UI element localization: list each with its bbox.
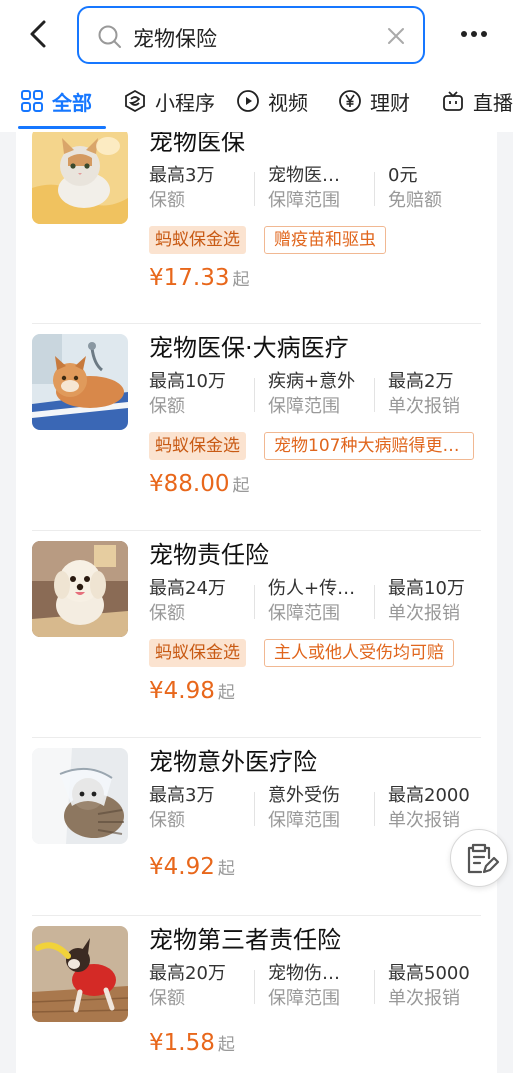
stat-coverage-scope: 宠物医… 保障范围 bbox=[268, 165, 340, 211]
product-card-pet-medical[interactable]: 宠物医保 最高3万 保额 宠物医… 保障范围 0元 免赔额 蚂蚁保金选 赠疫苗和驱虫 … bbox=[16, 132, 497, 324]
grid-icon bbox=[21, 90, 43, 112]
stat-divider bbox=[254, 970, 255, 1004]
clear-icon[interactable] bbox=[385, 25, 407, 47]
promo-tag: 宠物107种大病赔得更… bbox=[264, 432, 474, 460]
stat-divider bbox=[254, 378, 255, 412]
product-card-major-illness[interactable]: 宠物医保·大病医疗 最高10万 保额 疾病+意外 保障范围 最高2万 单次报销 蚂蚁保… bbox=[16, 324, 497, 531]
stat-coverage-scope: 宠物伤… 保障范围 bbox=[268, 963, 340, 1009]
stat-divider bbox=[374, 585, 375, 619]
yen-icon bbox=[339, 90, 361, 112]
stat-max-per-claim: 最高2000 单次报销 bbox=[388, 785, 470, 831]
price: ¥88.00 起 bbox=[149, 471, 250, 497]
product-title: 宠物责任险 bbox=[149, 541, 269, 569]
selection-badge: 蚂蚁保金选 bbox=[149, 226, 246, 254]
category-tabs: 全部 小程序 视频 理财 直播 bbox=[0, 72, 513, 132]
stat-coverage-scope: 伤人+传… 保障范围 bbox=[268, 578, 356, 624]
product-card-accident-medical[interactable]: 宠物意外医疗险 最高3万 保额 意外受伤 保障范围 最高2000 单次报销 ¥4.92… bbox=[16, 738, 497, 916]
tv-icon bbox=[443, 91, 463, 111]
more-button[interactable] bbox=[459, 22, 489, 46]
more-dots-icon bbox=[461, 31, 487, 37]
active-tab-indicator bbox=[18, 126, 106, 129]
promo-tag: 赠疫苗和驱虫 bbox=[264, 226, 386, 254]
stat-coverage-amount: 最高10万 保额 bbox=[149, 371, 226, 417]
tab-video[interactable]: 视频 bbox=[236, 86, 308, 116]
product-image bbox=[32, 541, 128, 637]
product-image bbox=[32, 748, 128, 844]
stat-coverage-amount: 最高24万 保额 bbox=[149, 578, 226, 624]
selection-badge: 蚂蚁保金选 bbox=[149, 639, 246, 667]
tab-finance[interactable]: 理财 bbox=[338, 86, 410, 116]
policy-float-button[interactable] bbox=[450, 829, 508, 887]
stat-divider bbox=[254, 172, 255, 206]
stat-coverage-amount: 最高3万 保额 bbox=[149, 165, 215, 211]
top-bar: 宠物保险 bbox=[0, 0, 513, 72]
selection-badge: 蚂蚁保金选 bbox=[149, 432, 246, 460]
play-icon bbox=[237, 90, 259, 112]
tab-live[interactable]: 直播 bbox=[441, 86, 513, 116]
product-image bbox=[32, 926, 128, 1022]
product-card-liability[interactable]: 宠物责任险 最高24万 保额 伤人+传… 保障范围 最高10万 单次报销 蚂蚁保金选 … bbox=[16, 531, 497, 738]
product-title: 宠物第三者责任险 bbox=[149, 926, 341, 954]
stat-divider bbox=[374, 378, 375, 412]
stat-coverage-amount: 最高3万 保额 bbox=[149, 785, 215, 831]
tab-all[interactable]: 全部 bbox=[20, 86, 92, 116]
product-card-third-party-liability[interactable]: 宠物第三者责任险 最高20万 保额 宠物伤… 保障范围 最高5000 单次报销 ¥1.… bbox=[16, 916, 497, 1073]
product-image bbox=[32, 132, 128, 224]
stat-max-per-claim: 最高5000 单次报销 bbox=[388, 963, 470, 1009]
results-list: 宠物医保 最高3万 保额 宠物医… 保障范围 0元 免赔额 蚂蚁保金选 赠疫苗和驱虫 … bbox=[16, 132, 497, 1073]
stat-coverage-scope: 疾病+意外 保障范围 bbox=[268, 371, 356, 417]
price: ¥4.92 起 bbox=[149, 854, 235, 880]
stat-divider bbox=[374, 970, 375, 1004]
stat-divider bbox=[254, 792, 255, 826]
mini-program-icon bbox=[125, 89, 145, 113]
tab-mini-program[interactable]: 小程序 bbox=[123, 86, 215, 116]
search-input[interactable]: 宠物保险 bbox=[133, 23, 217, 53]
price: ¥4.98 起 bbox=[149, 678, 235, 704]
product-title: 宠物意外医疗险 bbox=[149, 748, 317, 776]
back-button[interactable] bbox=[22, 14, 58, 54]
stat-coverage-scope: 意外受伤 保障范围 bbox=[268, 785, 340, 831]
product-title: 宠物医保·大病医疗 bbox=[149, 334, 349, 362]
stat-max-per-claim: 最高2万 单次报销 bbox=[388, 371, 460, 417]
product-title: 宠物医保 bbox=[149, 132, 245, 156]
stat-coverage-amount: 最高20万 保额 bbox=[149, 963, 226, 1009]
stat-divider bbox=[254, 585, 255, 619]
product-image bbox=[32, 334, 128, 430]
price: ¥1.58 起 bbox=[149, 1030, 235, 1056]
stat-deductible: 0元 免赔额 bbox=[388, 165, 442, 211]
clipboard-edit-icon bbox=[467, 843, 500, 874]
search-icon bbox=[98, 25, 121, 48]
stat-divider bbox=[374, 792, 375, 826]
promo-tag: 主人或他人受伤均可赔 bbox=[264, 639, 454, 667]
price: ¥17.33 起 bbox=[149, 265, 250, 291]
stat-divider bbox=[374, 172, 375, 206]
stat-max-per-claim: 最高10万 单次报销 bbox=[388, 578, 465, 624]
search-box[interactable]: 宠物保险 bbox=[77, 6, 425, 64]
chevron-left-icon bbox=[30, 20, 46, 48]
